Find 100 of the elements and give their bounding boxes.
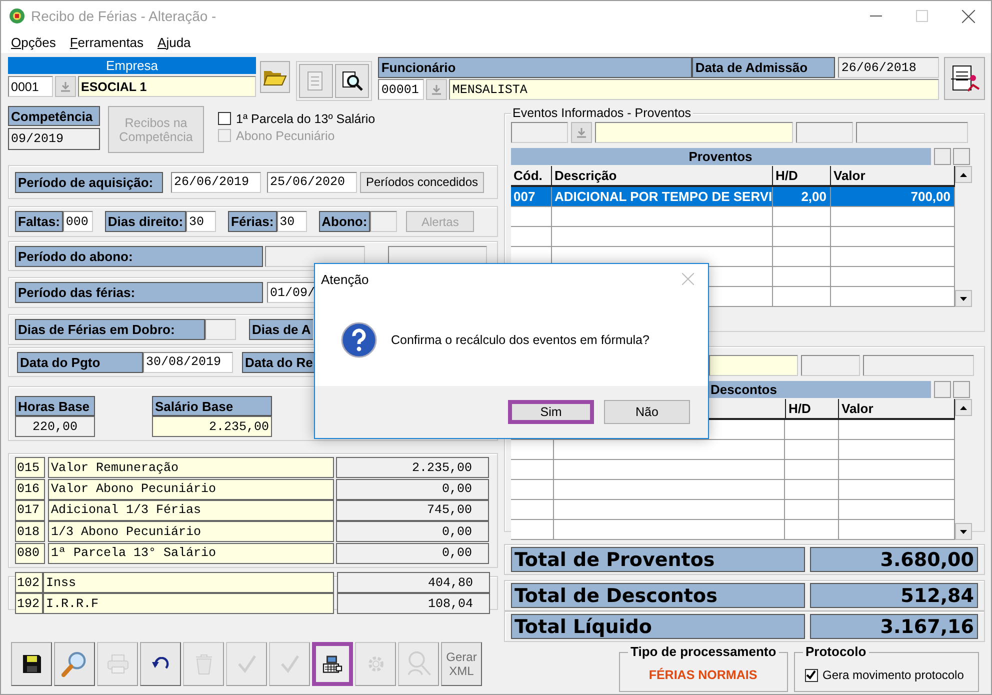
date-field[interactable]: 25/06/2020 [267, 172, 357, 192]
down-arrow-icon [960, 296, 966, 300]
dropdown-button[interactable] [426, 79, 448, 100]
days-field[interactable]: 30 [276, 211, 307, 232]
days-label: Dias direito: [104, 211, 186, 232]
document-search-button[interactable] [335, 64, 370, 98]
menu-item[interactable]: Opções [11, 34, 56, 50]
hours-field[interactable] [800, 355, 860, 376]
value-cell: 0,00 [336, 521, 489, 542]
value-cell: 0,00 [336, 542, 489, 564]
value-cell: 404,80 [337, 572, 490, 593]
window-title: Recibo de Férias - Alteração - [31, 8, 218, 24]
employee-name-field[interactable]: MENSALISTA [449, 79, 940, 100]
description-cell: I.R.R.F [43, 593, 334, 614]
open-folder-button[interactable] [260, 61, 290, 93]
check-icon [806, 670, 816, 680]
total-value: 3.680,00 [810, 547, 978, 572]
column-header[interactable]: Descrição [552, 166, 772, 185]
up-arrow-icon [960, 172, 966, 176]
document-search-icon [341, 70, 364, 92]
code-field[interactable] [510, 122, 568, 143]
total-label: Total Líquido [510, 614, 804, 639]
company-code-field[interactable]: 0001 [8, 76, 53, 97]
dropdown-button[interactable] [570, 122, 592, 143]
checkbox[interactable] [218, 112, 231, 125]
scroll-down-button[interactable] [954, 290, 972, 307]
value-field[interactable] [856, 122, 968, 143]
base-hours-field[interactable]: 220,00 [15, 416, 95, 437]
document-edit-icon [948, 62, 981, 94]
base-hours-label: Horas Base [15, 396, 95, 416]
field-label: Data do Re [242, 352, 314, 372]
grid-title: Proventos [510, 148, 930, 165]
description-cell: Valor Remuneração [48, 457, 334, 478]
company-name-field[interactable]: ESOCIAL 1 [78, 76, 256, 97]
code-cell: 015 [15, 457, 45, 478]
employee-code-field[interactable]: 00001 [378, 79, 424, 100]
menu-item[interactable]: Ajuda [158, 34, 191, 50]
days-field[interactable] [205, 319, 236, 340]
date-field[interactable]: 30/08/2019 [143, 352, 233, 372]
scroll-down-button[interactable] [954, 523, 972, 540]
description-cell: Inss [43, 572, 334, 593]
bonus-period-label: Período do abono: [15, 246, 263, 266]
processing-type-value: FÉRIAS NORMAIS [648, 668, 758, 682]
acquisition-period-label: Período de aquisição: [15, 172, 163, 192]
column-header[interactable]: H/D [784, 399, 838, 418]
table-row[interactable]: 007 ADICIONAL POR TEMPO DE SERVI 2,00 700,00 [510, 187, 954, 207]
payment-date-label: Data do Pgto [17, 352, 143, 372]
save-button[interactable] [11, 642, 52, 686]
code-cell: 016 [15, 478, 45, 500]
granted-periods-button[interactable]: Períodos concedidos [360, 172, 484, 192]
column-header[interactable]: Valor [838, 399, 954, 418]
undo-button[interactable] [140, 642, 181, 686]
days-field[interactable]: 000 [62, 211, 93, 232]
days-label: Abono: [318, 211, 370, 232]
question-icon [341, 322, 377, 358]
competence-label: Competência [8, 106, 100, 126]
down-arrow-icon [960, 530, 966, 534]
days-label: Faltas: [15, 211, 63, 232]
vacation-period-label: Período das férias: [15, 282, 263, 303]
scroll-up-button[interactable] [954, 399, 972, 416]
competence-field[interactable]: 09/2019 [8, 128, 100, 150]
checkbox-label: 1ª Parcela do 13º Salário [236, 112, 376, 126]
hours-field[interactable] [796, 122, 852, 143]
value-cell: 745,00 [336, 500, 489, 521]
description-field[interactable] [594, 122, 792, 143]
app-logo-icon [9, 8, 25, 24]
company-header: Empresa [8, 57, 256, 74]
check-icon [236, 655, 256, 673]
value-field[interactable] [862, 355, 974, 376]
date-field[interactable]: 01/09/ [267, 282, 314, 303]
days-field[interactable]: 30 [186, 211, 216, 232]
dropdown-button[interactable] [55, 76, 76, 97]
column-header[interactable]: Valor [830, 166, 954, 185]
date-field[interactable] [265, 246, 365, 266]
checkbox[interactable] [804, 668, 818, 682]
base-salary-field[interactable]: 2.235,00 [152, 416, 272, 437]
description-field[interactable] [708, 355, 798, 376]
menu-item[interactable]: Ferramentas [70, 34, 144, 50]
description-cell: Adicional 1/3 Férias [48, 500, 334, 521]
close-icon[interactable] [682, 273, 694, 285]
date-field[interactable]: 26/06/2019 [171, 172, 261, 192]
dialog-button[interactable]: Sim [508, 400, 594, 424]
calculate-button[interactable] [312, 642, 353, 686]
field-label: Dias de A [249, 319, 313, 340]
up-arrow-icon [960, 406, 966, 410]
code-cell: 080 [15, 542, 45, 564]
dialog-button[interactable]: Não [604, 400, 690, 424]
receipt-edit-button[interactable] [944, 57, 985, 100]
admission-label: Data de Admissão [692, 57, 836, 78]
scroll-up-button[interactable] [954, 166, 972, 183]
description-cell: 1ª Parcela 13° Salário [48, 542, 334, 564]
search-button[interactable] [54, 642, 95, 686]
total-label: Total de Proventos [510, 547, 804, 572]
column-header[interactable]: H/D [772, 166, 830, 185]
download-icon [576, 128, 586, 138]
code-cell: 018 [15, 521, 45, 542]
dialog-title: Atenção [321, 272, 369, 286]
days-field[interactable] [370, 211, 398, 232]
close-icon [962, 10, 974, 22]
checkbox-label: Abono Pecuniário [236, 128, 335, 142]
